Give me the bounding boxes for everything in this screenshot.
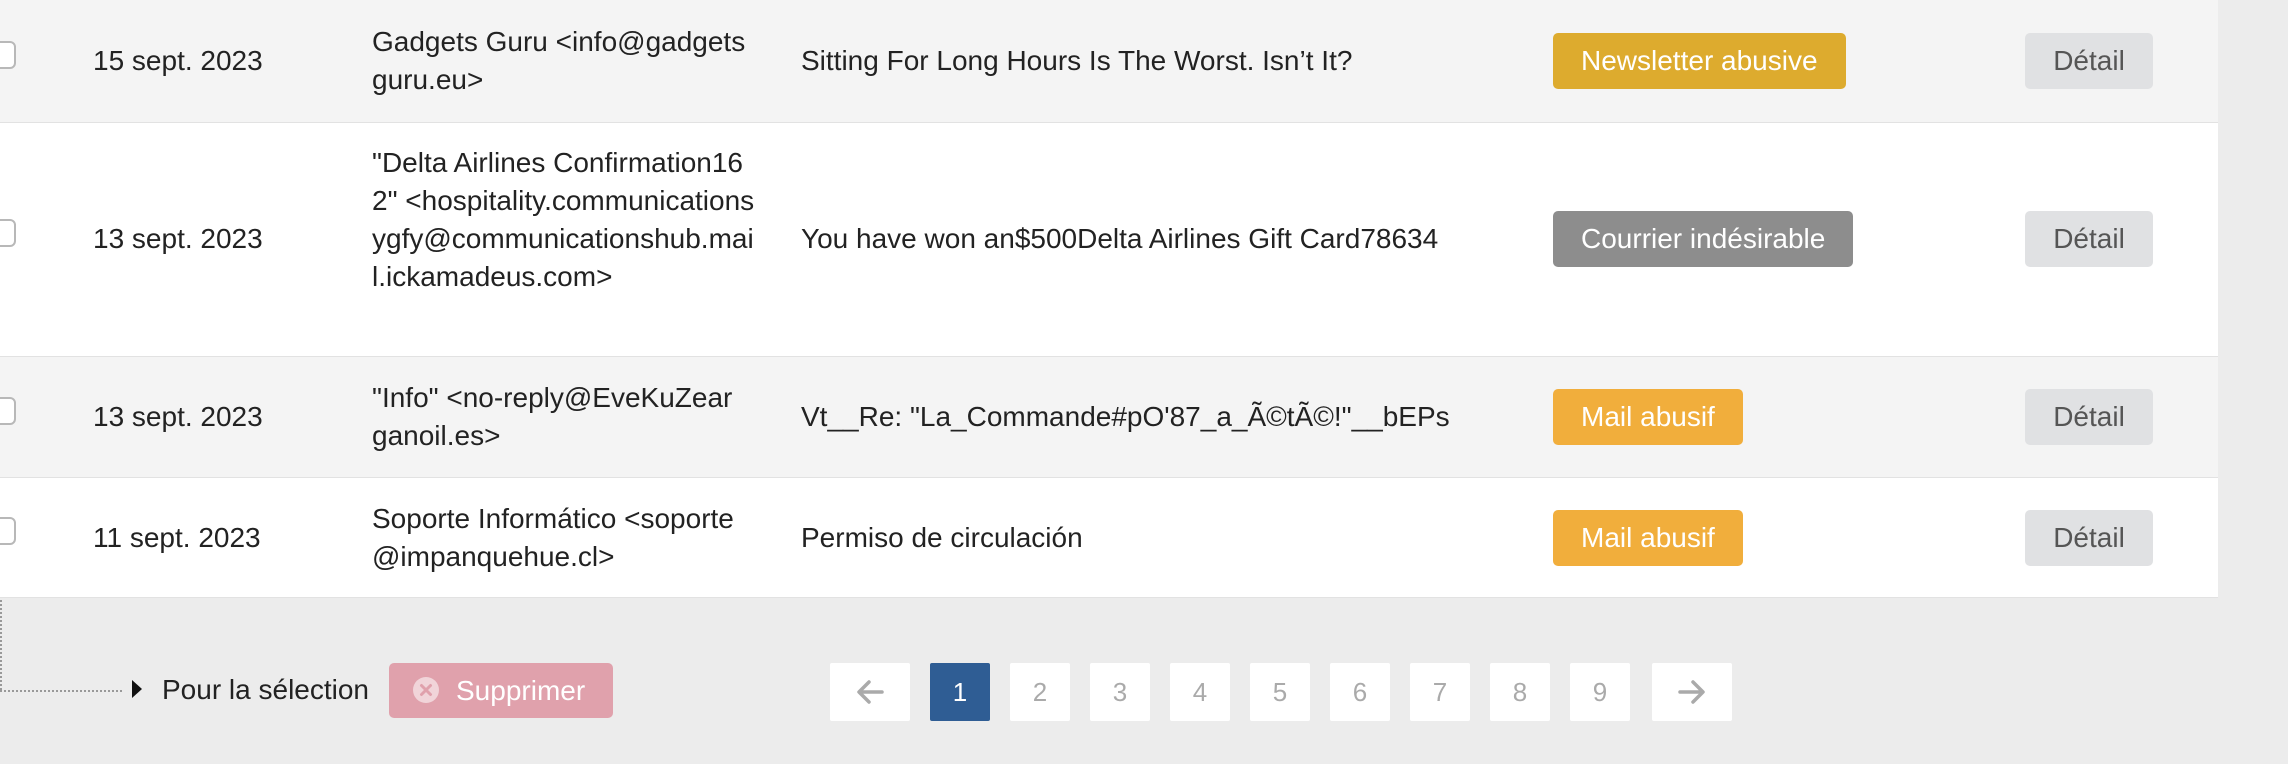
- table-row: 15 sept. 2023 Gadgets Guru <info@gadgets…: [0, 0, 2218, 123]
- row-date: 11 sept. 2023: [93, 522, 261, 553]
- row-date: 13 sept. 2023: [93, 401, 263, 432]
- page-button-4[interactable]: 4: [1170, 663, 1230, 721]
- page-button-1[interactable]: 1: [930, 663, 990, 721]
- row-sender: Soporte Informático <soporte@impanquehue…: [372, 503, 734, 572]
- status-badge[interactable]: Mail abusif: [1553, 510, 1743, 566]
- detail-button[interactable]: Détail: [2025, 211, 2153, 267]
- row-sender: "Delta Airlines Confirmation162" <hospit…: [372, 147, 755, 292]
- detail-button[interactable]: Détail: [2025, 389, 2153, 445]
- delete-button-label: Supprimer: [456, 675, 586, 706]
- page-button-5[interactable]: 5: [1250, 663, 1310, 721]
- detail-button[interactable]: Détail: [2025, 33, 2153, 89]
- delete-button[interactable]: Supprimer: [389, 663, 613, 718]
- status-badge[interactable]: Newsletter abusive: [1553, 33, 1846, 89]
- row-subject: Vt__Re: "La_Commande#pO'87_a_Ã©tÃ©!"__bE…: [801, 401, 1450, 432]
- row-checkbox[interactable]: [0, 41, 16, 69]
- page-button-8[interactable]: 8: [1490, 663, 1550, 721]
- caret-right-icon: [132, 680, 142, 698]
- table-row: 13 sept. 2023 "Info" <no-reply@EveKuZear…: [0, 357, 2218, 478]
- row-date: 13 sept. 2023: [93, 223, 263, 254]
- next-page-button[interactable]: [1652, 663, 1732, 721]
- arrow-left-icon: [857, 680, 884, 704]
- mail-table: 15 sept. 2023 Gadgets Guru <info@gadgets…: [0, 0, 2218, 598]
- prev-page-button[interactable]: [830, 663, 910, 721]
- page-button-2[interactable]: 2: [1010, 663, 1070, 721]
- row-sender: "Info" <no-reply@EveKuZearganoil.es>: [372, 382, 733, 451]
- page-button-9[interactable]: 9: [1570, 663, 1630, 721]
- row-subject: You have won an$500Delta Airlines Gift C…: [801, 223, 1439, 254]
- row-date: 15 sept. 2023: [93, 45, 263, 76]
- page-button-6[interactable]: 6: [1330, 663, 1390, 721]
- row-subject: Sitting For Long Hours Is The Worst. Isn…: [801, 45, 1353, 76]
- row-subject: Permiso de circulación: [801, 522, 1083, 553]
- x-circle-icon: [413, 677, 439, 703]
- row-checkbox[interactable]: [0, 397, 16, 425]
- row-checkbox[interactable]: [0, 517, 16, 545]
- status-badge[interactable]: Mail abusif: [1553, 389, 1743, 445]
- selection-label: Pour la sélection: [162, 674, 370, 705]
- page-button-3[interactable]: 3: [1090, 663, 1150, 721]
- selection-connector-line: [0, 690, 122, 692]
- table-row: 13 sept. 2023 "Delta Airlines Confirmati…: [0, 123, 2218, 357]
- page-button-7[interactable]: 7: [1410, 663, 1470, 721]
- arrow-right-icon: [1678, 680, 1705, 704]
- table-row: 11 sept. 2023 Soporte Informático <sopor…: [0, 478, 2218, 598]
- row-checkbox[interactable]: [0, 219, 16, 247]
- status-badge[interactable]: Courrier indésirable: [1553, 211, 1854, 267]
- row-sender: Gadgets Guru <info@gadgetsguru.eu>: [372, 26, 746, 95]
- detail-button[interactable]: Détail: [2025, 510, 2153, 566]
